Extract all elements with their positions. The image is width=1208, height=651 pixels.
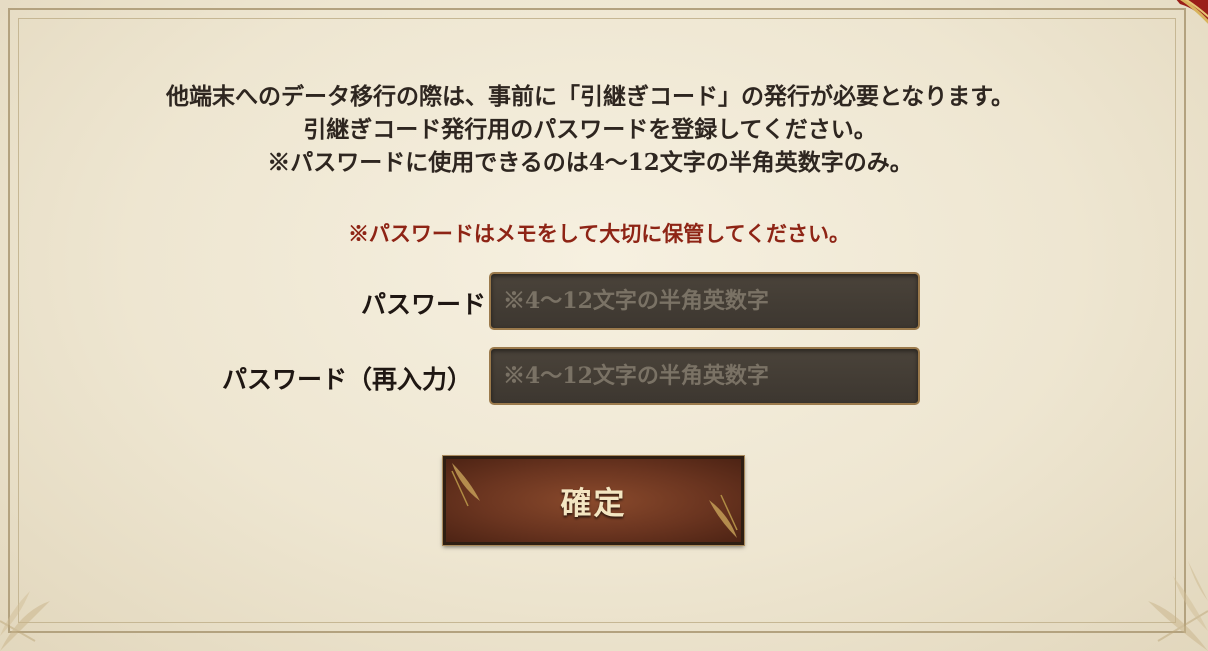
leaf-decor-icon: [0, 591, 50, 651]
transfer-password-dialog: 他端末へのデータ移行の際は、事前に「引継ぎコード」の発行が必要となります。 引継…: [0, 0, 1208, 651]
password-confirm-label: パスワード（再入力）: [221, 365, 472, 394]
password-label: パスワード: [360, 290, 486, 319]
instruction-text: 他端末へのデータ移行の際は、事前に「引継ぎコード」の発行が必要となります。 引継…: [0, 80, 1180, 179]
instruction-line: 他端末へのデータ移行の際は、事前に「引継ぎコード」の発行が必要となります。: [165, 83, 1014, 110]
leaf-decor-icon: [1148, 561, 1208, 651]
instruction-line: ※パスワードに使用できるのは4〜12文字の半角英数字のみ。: [267, 149, 913, 176]
corner-ornament-icon: [1176, 0, 1208, 24]
confirm-button-label: 確定: [560, 486, 627, 522]
password-confirm-input[interactable]: [489, 347, 920, 405]
storage-warning: ※パスワードはメモをして大切に保管してください。: [347, 221, 851, 246]
confirm-button[interactable]: 確定: [442, 455, 745, 546]
password-input[interactable]: [489, 272, 920, 330]
instruction-line: 引継ぎコード発行用のパスワードを登録してください。: [303, 116, 877, 143]
